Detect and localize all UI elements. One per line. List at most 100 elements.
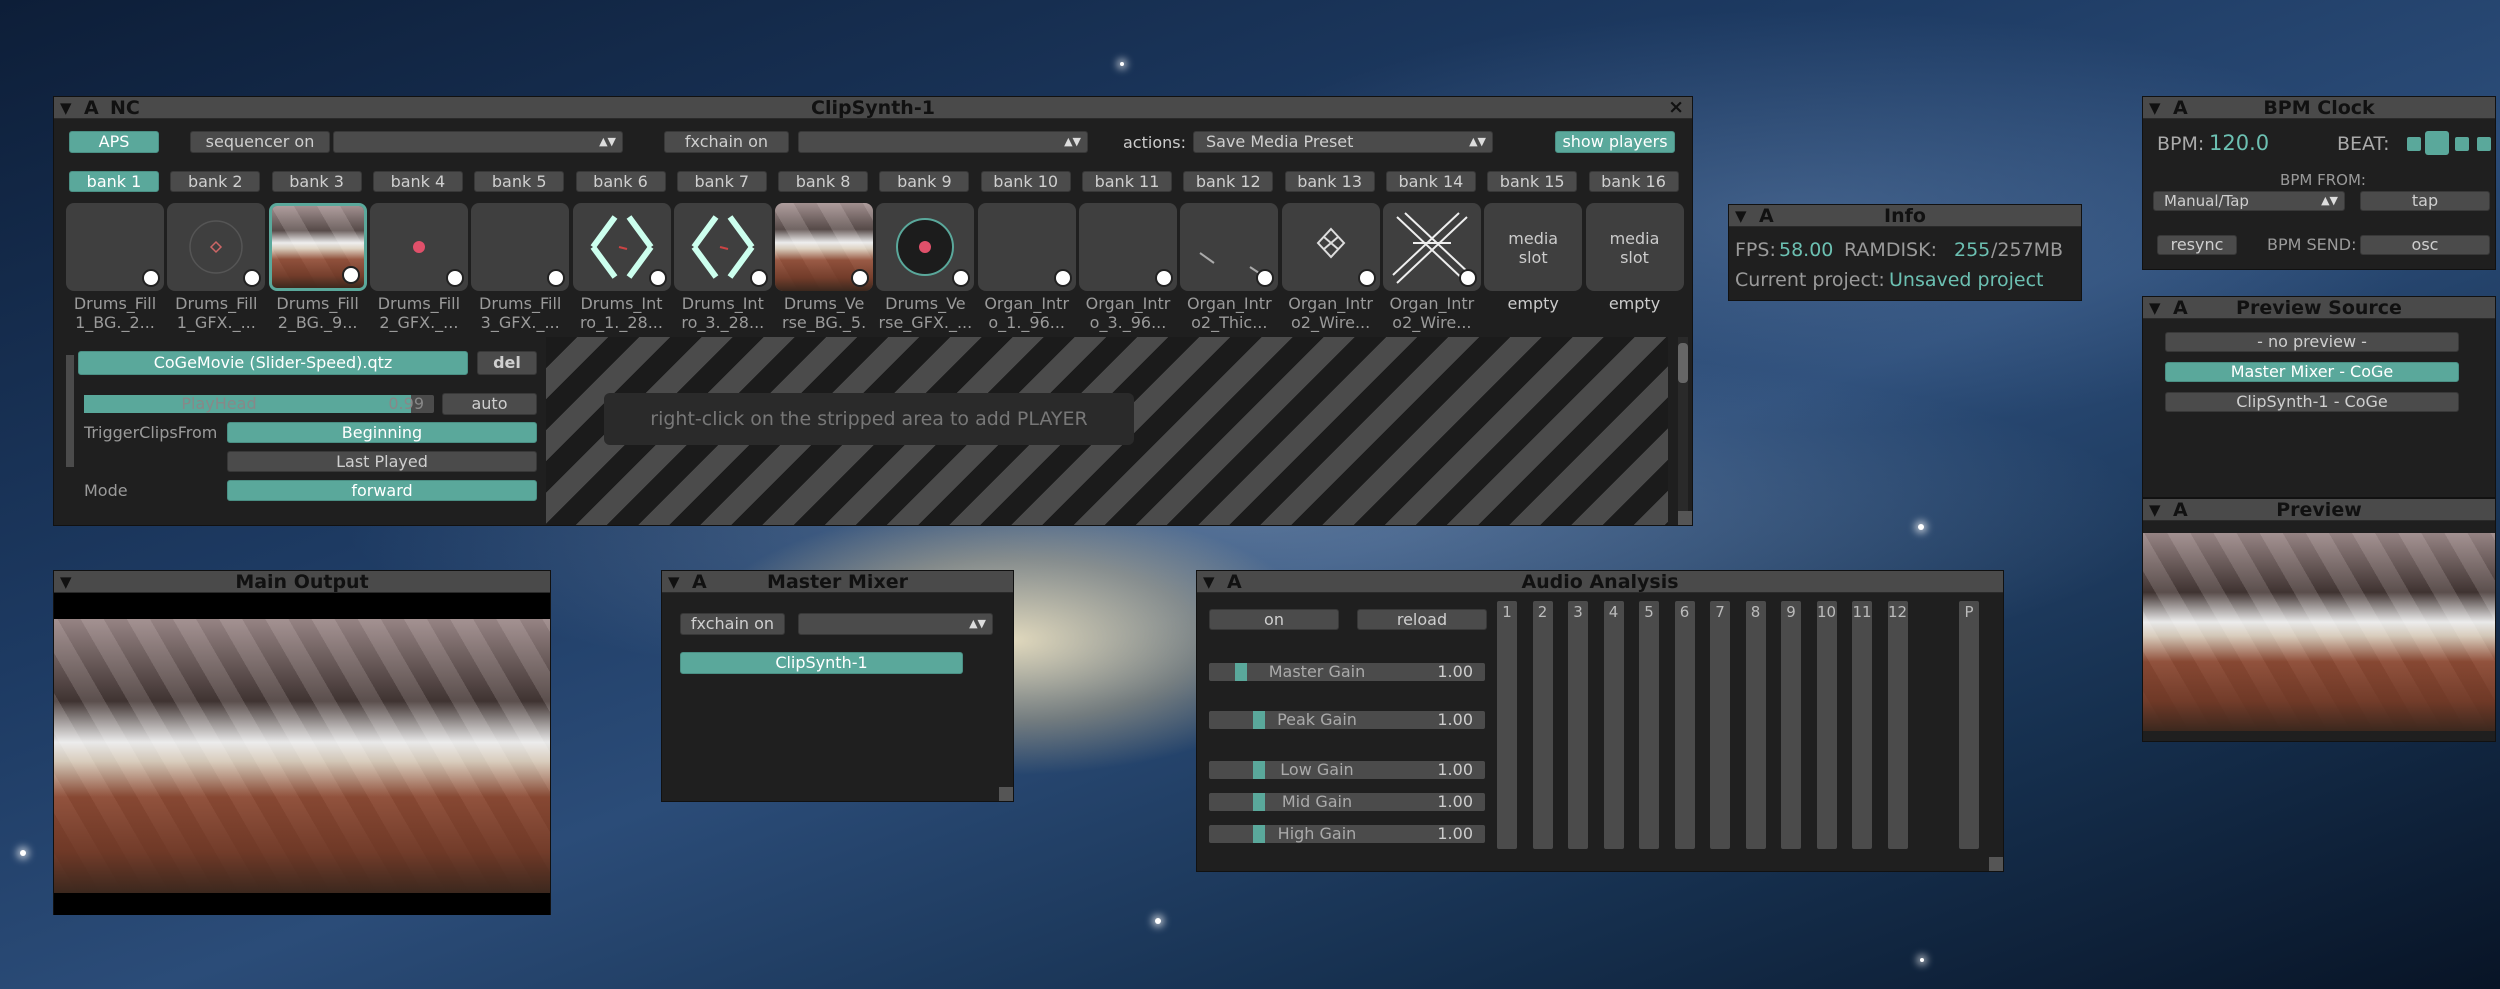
actions-select[interactable]: Save Media Preset ▲▼ [1193,131,1493,153]
panel-tag-a[interactable]: A [2173,499,2188,521]
main-output-titlebar[interactable]: Main Output ▼ [54,571,550,593]
audio-channel-bar[interactable]: 2 [1532,601,1553,849]
collapse-triangle-icon[interactable]: ▼ [1203,573,1215,591]
clip-thumbnail[interactable] [1382,203,1481,291]
audio-channel-bar[interactable]: 11 [1852,601,1872,849]
bank-tab[interactable]: bank 4 [372,171,463,192]
mixer-fxchain-toggle[interactable]: fxchain on [680,613,785,635]
bpm-send-button[interactable]: osc [2360,235,2490,255]
preview-source-none[interactable]: - no preview - [2165,332,2459,352]
clip-thumbnail[interactable] [1281,203,1380,291]
collapse-triangle-icon[interactable]: ▼ [2149,299,2161,317]
resize-handle[interactable] [1678,511,1692,525]
mixer-channel-clipsynth[interactable]: ClipSynth-1 [680,652,963,674]
clipsynth-titlebar[interactable]: ClipSynth-1 ▼ A NC × [54,96,1692,119]
audio-reload-button[interactable]: reload [1357,609,1487,630]
trigger-last-played-button[interactable]: Last Played [227,451,537,472]
bank-tab[interactable]: bank 10 [980,171,1071,192]
audio-channel-bar[interactable]: 12 [1887,601,1908,849]
clip-thumbnail[interactable] [66,203,164,291]
bank-tab[interactable]: bank 14 [1385,171,1476,192]
clip-status-dot[interactable] [445,269,464,287]
bank-tab[interactable]: bank 3 [271,171,362,192]
clip-thumbnail[interactable] [1079,203,1177,291]
fxchain-select[interactable]: ▲▼ [798,131,1088,153]
clip-status-dot[interactable] [1458,269,1477,287]
audio-titlebar[interactable]: Audio Analysis ▼ A [1197,571,2003,593]
resize-handle[interactable] [999,787,1013,801]
sequencer-toggle[interactable]: sequencer on [190,131,330,153]
panel-tag-a[interactable]: A [1227,571,1242,593]
audio-channel-bar[interactable]: 5 [1639,601,1659,849]
trigger-beginning-button[interactable]: Beginning [227,422,537,443]
bank-tab[interactable]: bank 13 [1284,171,1375,192]
clip-thumbnail[interactable] [268,203,367,291]
scrollbar[interactable] [1678,337,1688,525]
audio-channel-bar[interactable]: 1 [1497,601,1517,849]
show-players-button[interactable]: show players [1555,131,1675,153]
collapse-triangle-icon[interactable]: ▼ [60,573,72,591]
bank-tab[interactable]: bank 16 [1588,171,1679,192]
audio-channel-bar[interactable]: 8 [1745,601,1766,849]
bank-tab[interactable]: bank 8 [778,171,869,192]
clip-thumbnail[interactable] [167,203,266,291]
collapse-triangle-icon[interactable]: ▼ [60,99,72,117]
audio-channel-bar[interactable]: 10 [1816,601,1837,849]
clip-thumbnail[interactable] [471,203,570,291]
clip-status-dot[interactable] [341,266,360,284]
tap-button[interactable]: tap [2360,191,2490,211]
clip-thumbnail[interactable] [977,203,1076,291]
preview-source-clipsynth[interactable]: ClipSynth-1 - CoGe [2165,392,2459,412]
aps-button[interactable]: APS [69,131,159,153]
audio-channel-bar[interactable]: 6 [1674,601,1695,849]
bank-tab[interactable]: bank 1 [69,171,159,192]
playhead-slider[interactable]: PlayHead 0.99 [84,395,434,413]
collapse-triangle-icon[interactable]: ▼ [2149,501,2161,519]
bank-tab[interactable]: bank 15 [1487,171,1578,192]
mixer-fxchain-select[interactable]: ▲▼ [798,613,993,635]
mode-button[interactable]: forward [227,480,537,501]
clip-thumbnail[interactable] [1180,203,1279,291]
panel-tag-a[interactable]: A [84,97,99,119]
clip-status-dot[interactable] [749,269,768,287]
resync-button[interactable]: resync [2157,235,2237,255]
master-mixer-titlebar[interactable]: Master Mixer ▼ A [662,571,1013,593]
panel-tag-a[interactable]: A [2173,297,2188,319]
clip-status-dot[interactable] [1053,269,1072,287]
clip-status-dot[interactable] [1357,269,1376,287]
sequencer-select[interactable]: ▲▼ [333,131,623,153]
clip-status-dot[interactable] [1155,269,1173,287]
media-slot[interactable]: media slot [1484,203,1583,291]
audio-channel-bar[interactable]: 3 [1568,601,1588,849]
bank-tab[interactable]: bank 9 [879,171,970,192]
gain-slider[interactable]: Peak Gain 1.00 [1209,711,1485,729]
clip-thumbnail[interactable] [673,203,772,291]
gain-slider[interactable]: Mid Gain 1.00 [1209,793,1485,811]
bpm-titlebar[interactable]: BPM Clock ▼ A [2143,97,2495,119]
clip-thumbnail[interactable] [572,203,671,291]
panel-tag-nc[interactable]: NC [110,97,140,119]
audio-on-button[interactable]: on [1209,609,1339,630]
bank-tab[interactable]: bank 5 [474,171,565,192]
collapse-triangle-icon[interactable]: ▼ [2149,99,2161,117]
audio-channel-bar[interactable]: 4 [1603,601,1624,849]
scrollbar-thumb[interactable] [1678,343,1688,383]
clip-status-dot[interactable] [648,269,667,287]
preview-titlebar[interactable]: Preview ▼ A [2143,499,2495,521]
bank-tab[interactable]: bank 7 [676,171,767,192]
clip-status-dot[interactable] [547,269,566,287]
gain-slider[interactable]: Master Gain 1.00 [1209,663,1485,681]
collapse-triangle-icon[interactable]: ▼ [668,573,680,591]
panel-tag-a[interactable]: A [1759,205,1774,227]
panel-tag-a[interactable]: A [2173,97,2188,119]
close-icon[interactable]: × [1668,96,1684,118]
audio-channel-bar[interactable]: 7 [1710,601,1730,849]
bpm-value[interactable]: 120.0 [2209,131,2269,155]
audio-channel-bar[interactable]: 9 [1781,601,1801,849]
clip-status-dot[interactable] [142,269,160,287]
clip-status-dot[interactable] [851,269,870,287]
clip-thumbnail[interactable] [775,203,874,291]
bank-tab[interactable]: bank 2 [170,171,261,192]
bank-tab[interactable]: bank 11 [1082,171,1172,192]
fxchain-toggle[interactable]: fxchain on [664,131,789,153]
